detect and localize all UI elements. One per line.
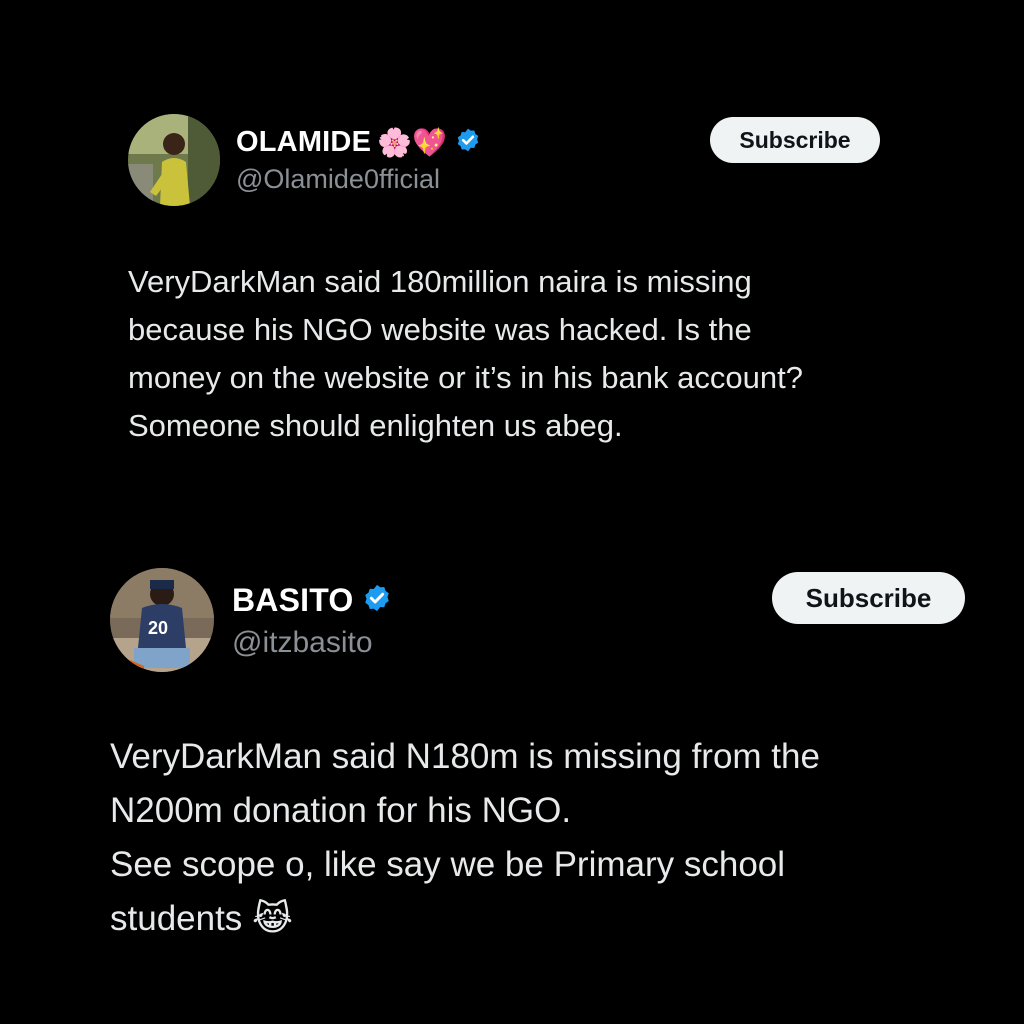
avatar-olamide[interactable]	[128, 114, 220, 206]
handle[interactable]: @Olamide0fficial	[236, 164, 440, 195]
avatar-basito[interactable]: 20	[110, 568, 214, 672]
name-row: OLAMIDE 🌸💖	[236, 124, 481, 160]
handle[interactable]: @itzbasito	[232, 626, 373, 660]
verified-badge-icon	[455, 127, 481, 158]
subscribe-button[interactable]: Subscribe	[772, 572, 965, 624]
tweet-olamide: OLAMIDE 🌸💖 @Olamide0fficial Subscribe Ve…	[0, 0, 1024, 480]
tweet-basito: 20 BASITO @itzbasito Subscribe VeryDarkM…	[0, 480, 1024, 1024]
tweet-text: VeryDarkMan said N180m is missing from t…	[110, 737, 820, 938]
name-emoji: 🌸💖	[377, 125, 447, 159]
display-name[interactable]: OLAMIDE	[236, 126, 371, 159]
name-row: BASITO	[232, 580, 392, 620]
verified-badge-icon	[362, 583, 392, 618]
tweet-text: VeryDarkMan said 180million naira is mis…	[128, 264, 803, 443]
display-name[interactable]: BASITO	[232, 582, 354, 619]
subscribe-button[interactable]: Subscribe	[710, 117, 880, 163]
svg-text:20: 20	[148, 618, 168, 638]
